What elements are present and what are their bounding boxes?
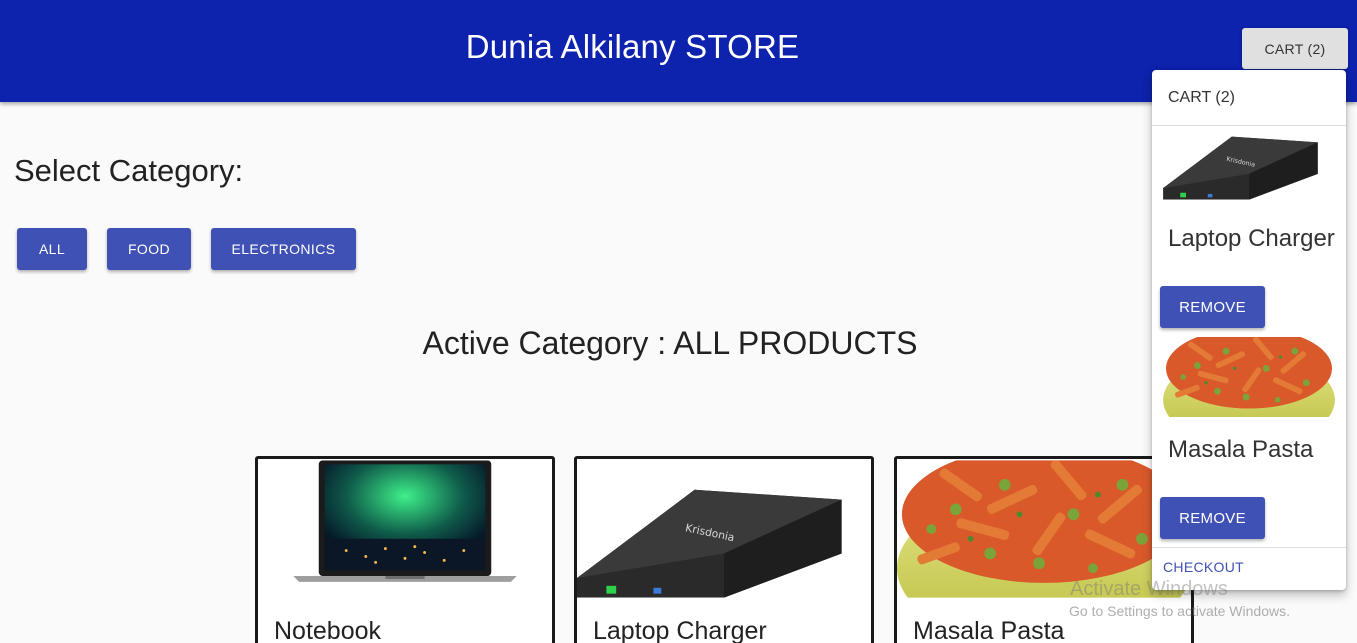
cart-item-name: Laptop Charger [1168,225,1335,252]
product-card[interactable]: Laptop Charger [574,456,874,643]
category-food-button[interactable]: FOOD [107,228,191,270]
charger-image [577,459,871,599]
cart-button[interactable]: CART (2) [1242,28,1348,69]
product-name: Laptop Charger [593,617,767,643]
remove-laptop-charger-button[interactable]: REMOVE [1160,286,1265,328]
divider [1152,547,1346,548]
remove-masala-pasta-button[interactable]: REMOVE [1160,497,1265,539]
pasta-image [1152,337,1346,417]
cart-dropdown: CART (2) Laptop Charger REMOVE Masala Pa… [1152,70,1346,590]
active-category-heading: Active Category : ALL PRODUCTS [422,325,918,361]
category-electronics-button[interactable]: ELECTRONICS [211,228,356,270]
checkout-link[interactable]: CHECKOUT [1163,559,1244,575]
category-all-button[interactable]: ALL [17,228,87,270]
activate-windows-watermark: Activate Windows [1070,578,1228,600]
charger-image [1152,126,1346,206]
store-title: Dunia Alkilany STORE [465,28,800,65]
product-name: Notebook [274,617,382,643]
laptop-image [258,459,552,599]
cart-item-name: Masala Pasta [1168,436,1314,463]
product-card[interactable]: Notebook [255,456,555,643]
cart-dropdown-title: CART (2) [1168,89,1235,106]
product-name: Masala Pasta [913,617,1065,643]
activate-windows-subtitle: Go to Settings to activate Windows. [1069,603,1290,619]
select-category-heading: Select Category: [14,153,244,188]
